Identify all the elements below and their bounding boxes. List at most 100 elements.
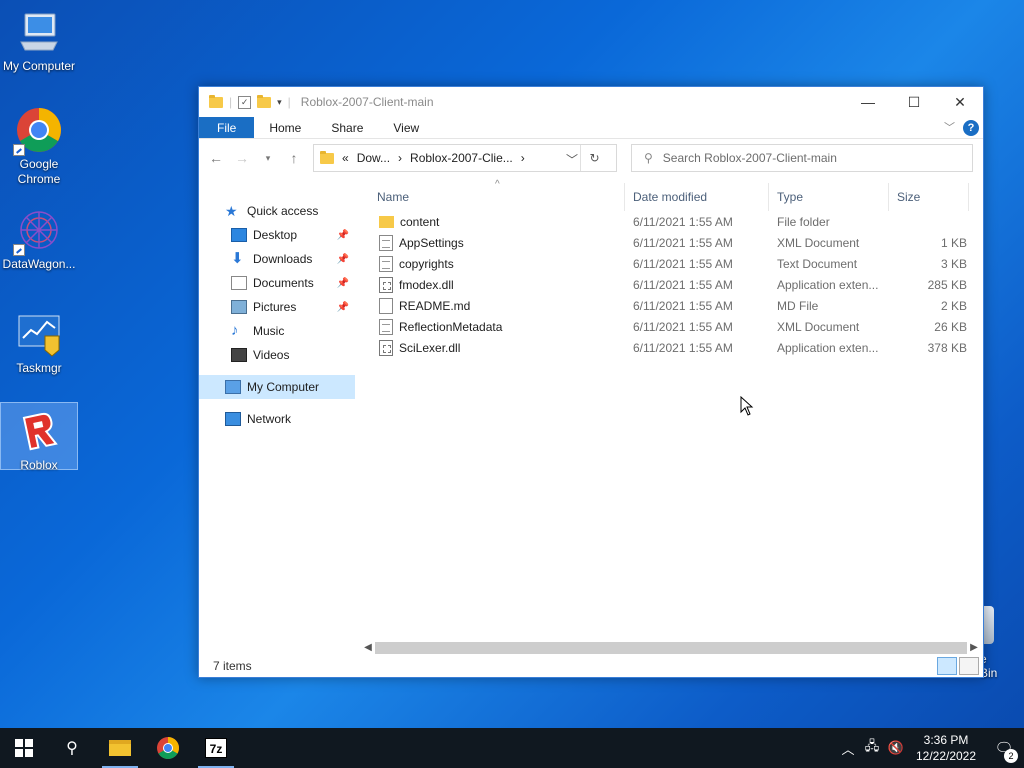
file-size: 2 KB	[940, 298, 967, 313]
search-box[interactable]: ⚲ Search Roblox-2007-Client-main	[631, 144, 973, 172]
scroll-right-icon[interactable]: ▶	[967, 642, 981, 653]
file-row[interactable]: copyrights 6/11/2021 1:55 AM Text Document…	[359, 253, 979, 274]
file-type: Text Document	[777, 256, 858, 271]
address-dropdown-icon[interactable]: ﹀	[566, 151, 578, 168]
chrome-icon	[13, 106, 63, 156]
scrollbar-thumb[interactable]	[375, 641, 967, 654]
scroll-left-icon[interactable]: ◀	[361, 642, 375, 653]
breadcrumb-item[interactable]: Dow...	[357, 151, 390, 165]
desktop-icon-label: Roblox	[20, 458, 58, 472]
file-type: Application exten...	[777, 277, 879, 292]
taskbar-7zip[interactable]: 7z	[192, 728, 240, 768]
details-view-icon[interactable]	[937, 657, 957, 675]
column-type[interactable]: Type	[769, 183, 889, 211]
maximize-button[interactable]: ☐	[891, 87, 937, 117]
pin-icon[interactable]: 📌	[337, 302, 349, 313]
nav-music[interactable]: ♪ Music	[199, 319, 355, 343]
desktop-icon-datawagon[interactable]: DataWagon...	[0, 206, 78, 272]
music-icon: ♪	[231, 322, 239, 339]
column-date-modified[interactable]: Date modified	[625, 183, 769, 211]
file-row[interactable]: README.md 6/11/2021 1:55 AM MD File 2 KB	[359, 295, 979, 316]
properties-icon[interactable]: ✓	[238, 95, 252, 109]
up-button[interactable]: ↑	[283, 150, 305, 166]
file-row[interactable]: ReflectionMetadata 6/11/2021 1:55 AM XML D…	[359, 316, 979, 337]
nav-label: Quick access	[247, 204, 319, 218]
shortcut-arrow-icon	[13, 144, 25, 156]
search-button[interactable]: ⚲	[48, 728, 96, 768]
pin-icon[interactable]: 📌	[337, 278, 349, 289]
forward-button[interactable]: →	[231, 150, 253, 166]
address-bar[interactable]: « Dow... › Roblox-2007-Clie... › ﹀ ↻	[313, 144, 617, 172]
file-row[interactable]: SciLexer.dll 6/11/2021 1:55 AM Application…	[359, 337, 979, 358]
file-type: File folder	[777, 214, 830, 229]
tab-share[interactable]: Share	[316, 117, 378, 138]
file-row[interactable]: fmodex.dll 6/11/2021 1:55 AM Application e…	[359, 274, 979, 295]
tab-view[interactable]: View	[378, 117, 434, 138]
file-row[interactable]: AppSettings 6/11/2021 1:55 AM XML Document…	[359, 232, 979, 253]
taskmgr-icon	[15, 310, 63, 358]
nav-quick-access[interactable]: ★ Quick access	[199, 199, 355, 223]
nav-pictures[interactable]: Pictures 📌	[199, 295, 355, 319]
file-row[interactable]: content 6/11/2021 1:55 AM File folder	[359, 211, 979, 232]
nav-desktop[interactable]: Desktop 📌	[199, 223, 355, 247]
file-explorer-icon	[109, 740, 131, 756]
desktop-icon-google-chrome[interactable]: Google Chrome	[0, 106, 78, 187]
nav-label: Downloads	[253, 252, 313, 266]
pin-icon[interactable]: 📌	[337, 254, 349, 265]
new-folder-icon[interactable]	[257, 94, 272, 108]
column-name[interactable]: Name	[359, 183, 625, 211]
nav-my-computer[interactable]: My Computer	[199, 375, 355, 399]
desktop-icon-taskmgr[interactable]: Taskmgr	[0, 310, 78, 376]
close-button[interactable]: ✕	[937, 87, 983, 117]
desktop-icon-label: Google Chrome	[17, 157, 61, 186]
nav-documents[interactable]: Documents 📌	[199, 271, 355, 295]
desktop-icon-my-computer[interactable]: My Computer	[0, 8, 78, 74]
taskbar-file-explorer[interactable]	[96, 728, 144, 768]
navigation-pane: ★ Quick access Desktop 📌 ⬇ Downloads 📌 D…	[199, 199, 355, 649]
nav-label: Network	[247, 412, 292, 426]
ribbon-tabs: File Home Share View ﹀ ?	[199, 117, 983, 139]
desktop-icon-roblox[interactable]: Roblox	[0, 402, 78, 472]
file-name-cell: AppSettings	[359, 234, 625, 251]
nav-network[interactable]: Network	[199, 407, 355, 431]
breadcrumb-separator[interactable]: ›	[398, 151, 402, 165]
start-button[interactable]	[0, 728, 48, 768]
recent-locations-icon[interactable]: ▾	[257, 153, 279, 164]
expand-ribbon-icon[interactable]: ﹀	[944, 119, 955, 135]
clock[interactable]: 3:36 PM 12/22/2022	[908, 732, 984, 764]
downloads-icon: ⬇	[231, 250, 244, 267]
large-icons-view-icon[interactable]	[959, 657, 979, 675]
desktop-icon-label: My Computer	[2, 59, 76, 73]
status-bar: 7 items	[199, 655, 983, 677]
breadcrumb-overflow[interactable]: «	[342, 151, 349, 165]
pictures-icon	[231, 300, 247, 314]
minimize-button[interactable]: —	[845, 87, 891, 117]
nav-downloads[interactable]: ⬇ Downloads 📌	[199, 247, 355, 271]
column-headers: ^ Name Date modified Type Size	[359, 179, 979, 211]
horizontal-scrollbar[interactable]: ◀ ▶	[361, 639, 981, 656]
action-center-button[interactable]: 🗨 2	[984, 739, 1024, 763]
windows-logo-icon	[15, 739, 33, 757]
back-button[interactable]: ←	[205, 150, 227, 166]
shortcut-arrow-icon	[13, 244, 25, 256]
breadcrumb-item[interactable]: Roblox-2007-Clie...	[410, 151, 513, 165]
pin-icon[interactable]: 📌	[337, 230, 349, 241]
network-status-icon[interactable]: 🖧	[860, 737, 884, 759]
customize-toolbar-icon[interactable]: ▾	[277, 97, 282, 108]
documents-icon	[231, 276, 247, 290]
file-name-cell: copyrights	[359, 255, 625, 272]
nav-videos[interactable]: Videos	[199, 343, 355, 367]
refresh-icon[interactable]: ↻	[580, 145, 608, 171]
help-icon[interactable]: ?	[963, 120, 979, 136]
my-computer-icon	[15, 8, 63, 56]
column-size[interactable]: Size	[889, 183, 969, 211]
view-toggle	[937, 657, 979, 675]
show-hidden-icons-icon[interactable]: ︿	[836, 739, 860, 758]
tab-home[interactable]: Home	[254, 117, 316, 138]
clock-time: 3:36 PM	[923, 733, 969, 747]
taskbar-chrome[interactable]	[144, 728, 192, 768]
title-bar[interactable]: | ✓ ▾ | Roblox-2007-Client-main — ☐ ✕	[199, 87, 983, 117]
breadcrumb-separator[interactable]: ›	[521, 151, 525, 165]
volume-muted-icon[interactable]: 🔇	[884, 740, 908, 756]
tab-file[interactable]: File	[199, 117, 255, 138]
